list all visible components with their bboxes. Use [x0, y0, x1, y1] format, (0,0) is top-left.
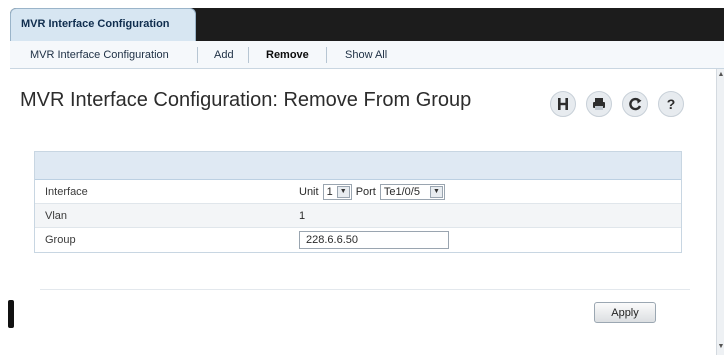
- port-select[interactable]: Te1/0/5 ▼: [379, 183, 445, 200]
- svg-text:?: ?: [667, 96, 676, 112]
- vlan-value: 1: [299, 209, 306, 222]
- print-icon[interactable]: [586, 91, 612, 117]
- group-input[interactable]: 228.6.6.50: [299, 231, 449, 249]
- tab-mvr-interface-configuration[interactable]: MVR Interface Configuration: [10, 8, 196, 41]
- tab-bar: MVR Interface Configuration: [10, 8, 724, 41]
- vlan-row: Vlan 1: [35, 204, 681, 228]
- toolbar: ?: [550, 91, 684, 117]
- subnav-separator: [248, 47, 249, 63]
- interface-value: Unit 1 ▼ Port Te1/0/5 ▼: [293, 183, 681, 200]
- form-header: [35, 152, 681, 180]
- page-title: MVR Interface Configuration: Remove From…: [20, 89, 472, 111]
- subnav-separator: [326, 47, 327, 63]
- interface-form: Interface Unit 1 ▼ Port Te1/0/5 ▼ Vlan 1…: [34, 151, 682, 253]
- scroll-up-icon[interactable]: ▲: [717, 71, 724, 81]
- divider: [40, 289, 690, 290]
- refresh-icon[interactable]: [622, 91, 648, 117]
- apply-button[interactable]: Apply: [594, 302, 656, 323]
- group-label: Group: [45, 234, 76, 246]
- interface-row: Interface Unit 1 ▼ Port Te1/0/5 ▼: [35, 180, 681, 204]
- port-label: Port: [355, 185, 376, 198]
- subnav-item-add[interactable]: Add: [214, 49, 234, 61]
- unit-select-value: 1: [326, 185, 333, 198]
- chevron-down-icon: ▼: [429, 185, 443, 198]
- content-panel: MVR Interface Configuration: Remove From…: [10, 69, 716, 355]
- port-select-value: Te1/0/5: [383, 185, 420, 198]
- unit-label: Unit: [299, 185, 319, 198]
- vlan-label: Vlan: [45, 209, 68, 222]
- interface-label: Interface: [45, 185, 88, 198]
- subnav-item-remove[interactable]: Remove: [266, 49, 309, 61]
- subnav-item-show-all[interactable]: Show All: [345, 49, 387, 61]
- chevron-down-icon: ▼: [336, 185, 350, 198]
- help-icon[interactable]: ?: [658, 91, 684, 117]
- save-icon[interactable]: [550, 91, 576, 117]
- scroll-down-icon[interactable]: ▼: [717, 343, 724, 353]
- subnav-separator: [197, 47, 198, 63]
- vertical-scrollbar[interactable]: ▲ ▼: [716, 69, 724, 355]
- tab-label: MVR Interface Configuration: [21, 18, 170, 30]
- group-value: 228.6.6.50: [293, 231, 681, 249]
- unit-select[interactable]: 1 ▼: [322, 183, 352, 200]
- subnav-item-mvr-interface-configuration[interactable]: MVR Interface Configuration: [30, 49, 169, 61]
- sub-navigation: MVR Interface Configuration Add Remove S…: [10, 41, 724, 69]
- edge-handle: [8, 300, 14, 328]
- group-row: Group 228.6.6.50: [35, 228, 681, 252]
